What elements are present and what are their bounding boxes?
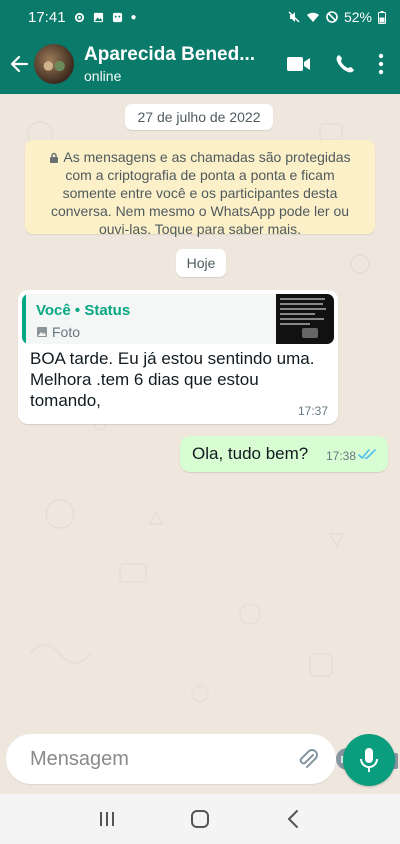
settings-icon bbox=[74, 12, 84, 22]
back-button[interactable] bbox=[4, 49, 34, 79]
home-button[interactable] bbox=[180, 799, 220, 839]
battery-icon bbox=[378, 10, 386, 24]
read-ticks-icon bbox=[358, 449, 376, 459]
encryption-notice[interactable]: As mensagens e as chamadas são protegida… bbox=[25, 140, 375, 237]
mic-icon bbox=[360, 748, 378, 772]
lock-icon bbox=[50, 152, 59, 163]
quoted-author: Você • Status bbox=[36, 302, 131, 319]
more-vert-icon[interactable] bbox=[378, 53, 384, 75]
contact-info[interactable]: Aparecida Bened... online bbox=[84, 44, 286, 84]
arrow-left-icon bbox=[10, 55, 29, 73]
quote-accent-bar bbox=[22, 294, 26, 344]
dot-icon: ● bbox=[130, 11, 137, 23]
photo-icon bbox=[37, 327, 47, 337]
do-not-disturb-icon bbox=[326, 11, 338, 23]
app-notification-icon bbox=[112, 12, 122, 22]
mute-icon bbox=[288, 11, 300, 23]
video-call-icon[interactable] bbox=[286, 55, 312, 73]
quoted-type: Foto bbox=[36, 324, 80, 340]
chevron-left-icon bbox=[288, 810, 299, 828]
phone-icon[interactable] bbox=[334, 53, 356, 75]
status-thumbnail bbox=[276, 294, 334, 344]
wifi-icon bbox=[306, 12, 319, 22]
encryption-text: As mensagens e as chamadas são protegida… bbox=[50, 149, 351, 237]
status-bar: 17:41 ● 52% bbox=[0, 0, 400, 34]
battery-percent: 52% bbox=[343, 9, 372, 25]
gallery-icon bbox=[93, 12, 103, 22]
message-text: Ola, tudo bem? bbox=[192, 444, 309, 463]
message-input[interactable] bbox=[30, 747, 295, 771]
contact-status: online bbox=[84, 68, 122, 84]
today-separator: Hoje bbox=[176, 249, 226, 277]
quoted-type-label: Foto bbox=[52, 324, 81, 340]
status-time: 17:41 bbox=[28, 8, 66, 26]
quoted-status[interactable]: Você • Status Foto bbox=[22, 294, 334, 344]
composer-bar: R$ bbox=[0, 726, 400, 794]
attach-button[interactable] bbox=[295, 746, 321, 772]
voice-message-button[interactable] bbox=[343, 734, 395, 786]
chat-header: Aparecida Bened... online bbox=[0, 34, 400, 94]
outgoing-message[interactable]: Ola, tudo bem? 17:38 bbox=[180, 436, 388, 472]
avatar[interactable] bbox=[34, 44, 74, 84]
incoming-message[interactable]: Você • Status Foto BOA tarde. Eu já esto… bbox=[18, 290, 338, 424]
contact-name: Aparecida Bened... bbox=[84, 44, 256, 65]
home-icon bbox=[190, 810, 209, 828]
paperclip-icon bbox=[299, 749, 318, 768]
recent-apps-icon bbox=[99, 812, 114, 826]
back-nav-button[interactable] bbox=[273, 799, 313, 839]
recent-apps-button[interactable] bbox=[87, 799, 127, 839]
message-time: 17:37 bbox=[297, 404, 328, 418]
message-time: 17:38 bbox=[325, 449, 356, 463]
date-separator: 27 de julho de 2022 bbox=[125, 104, 273, 130]
message-composer[interactable]: R$ bbox=[6, 734, 398, 784]
system-navigation-bar bbox=[0, 794, 400, 844]
chat-area[interactable]: 27 de julho de 2022 As mensagens e as ch… bbox=[0, 94, 400, 726]
message-text: BOA tarde. Eu já estou sentindo uma. Mel… bbox=[30, 349, 315, 410]
